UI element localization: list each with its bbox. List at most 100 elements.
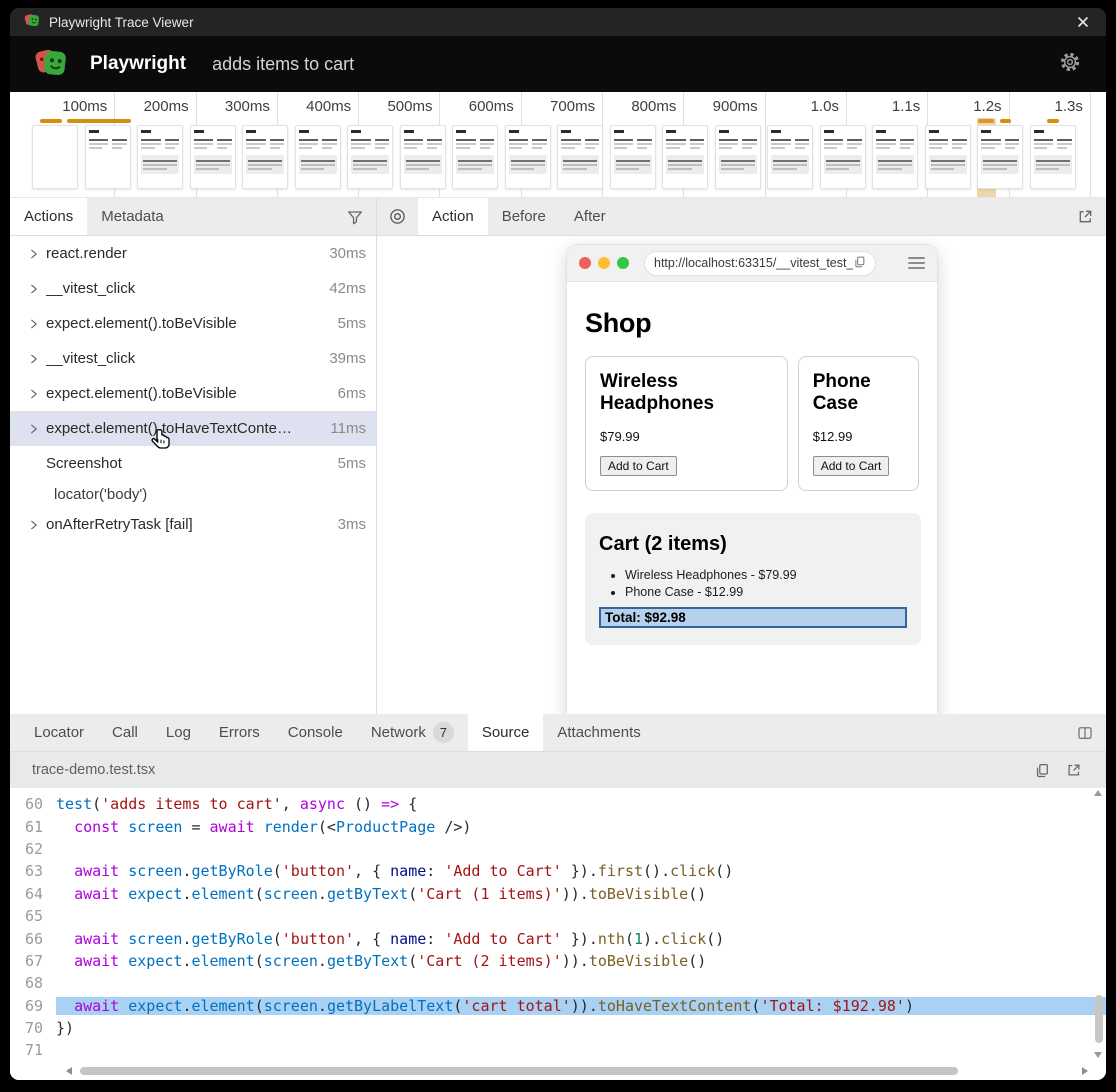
browser-menu-icon[interactable] — [908, 257, 925, 270]
action-item[interactable]: Screenshot5ms — [10, 446, 376, 481]
chevron-right-icon[interactable] — [28, 248, 46, 260]
tab-attachments[interactable]: Attachments — [543, 714, 654, 751]
action-label: Screenshot — [46, 455, 338, 472]
main-area: Actions Metadata react.render30ms__vites… — [10, 198, 1106, 714]
tab-label: Log — [166, 724, 191, 741]
line-number: 60 — [10, 795, 56, 813]
tab-source[interactable]: Source — [468, 714, 544, 751]
vertical-scrollbar-thumb[interactable] — [1095, 995, 1103, 1043]
timeline-thumbnail[interactable] — [662, 125, 708, 189]
tab-errors[interactable]: Errors — [205, 714, 274, 751]
add-to-cart-button[interactable]: Add to Cart — [600, 456, 677, 476]
code-line: 71 — [10, 1039, 1106, 1061]
product-card: Phone Case $12.99 Add to Cart — [798, 356, 919, 491]
traffic-light-yellow — [598, 257, 610, 269]
actions-panel: Actions Metadata react.render30ms__vites… — [10, 198, 377, 714]
traffic-light-green — [617, 257, 629, 269]
tab-action[interactable]: Action — [418, 198, 488, 235]
chevron-right-icon[interactable] — [28, 318, 46, 330]
timeline-thumbnail[interactable] — [767, 125, 813, 189]
chevron-right-icon[interactable] — [28, 519, 46, 531]
action-label: expect.element().toBeVisible — [46, 385, 338, 402]
timeline-thumbnail[interactable] — [137, 125, 183, 189]
cart-total-highlighted: Total: $92.98 — [599, 607, 907, 628]
timeline-thumbnail[interactable] — [190, 125, 236, 189]
timeline-thumbnail[interactable] — [242, 125, 288, 189]
action-item[interactable]: __vitest_click42ms — [10, 271, 376, 306]
timeline-thumbnail[interactable] — [977, 125, 1023, 189]
window-titlebar: Playwright Trace Viewer — [10, 8, 1106, 36]
line-number: 65 — [10, 907, 56, 925]
horizontal-scrollbar[interactable] — [66, 1065, 1088, 1077]
browser-chrome: http://localhost:63315/__vitest_test__/?… — [567, 245, 937, 282]
pick-locator-target-icon[interactable] — [377, 198, 418, 235]
traffic-light-red — [579, 257, 591, 269]
product-price: $79.99 — [600, 429, 773, 444]
code-line: 62 — [10, 838, 1106, 860]
action-item[interactable]: expect.element().toBeVisible6ms — [10, 376, 376, 411]
timeline-thumbnail[interactable] — [400, 125, 446, 189]
tab-network[interactable]: Network7 — [357, 714, 468, 751]
tab-console[interactable]: Console — [274, 714, 357, 751]
chevron-right-icon[interactable] — [28, 353, 46, 365]
horizontal-scrollbar-thumb[interactable] — [80, 1067, 958, 1075]
product-card: Wireless Headphones $79.99 Add to Cart — [585, 356, 788, 491]
timeline-thumbnail[interactable] — [295, 125, 341, 189]
tab-metadata[interactable]: Metadata — [87, 198, 178, 235]
code-text: await screen.getByRole('button', { name:… — [56, 930, 1106, 948]
action-item[interactable]: react.render30ms — [10, 236, 376, 271]
action-item[interactable]: expect.element().toHaveTextConte…11ms — [10, 411, 376, 446]
timeline-thumbnail[interactable] — [1030, 125, 1076, 189]
split-view-icon[interactable] — [1064, 714, 1106, 751]
timeline-thumbnail[interactable] — [610, 125, 656, 189]
timeline-thumbnail[interactable] — [347, 125, 393, 189]
timeline-thumbnail[interactable] — [557, 125, 603, 189]
chevron-right-icon[interactable] — [28, 388, 46, 400]
copy-url-icon[interactable] — [853, 255, 866, 271]
timeline-thumbnail[interactable] — [715, 125, 761, 189]
tab-call[interactable]: Call — [98, 714, 152, 751]
tab-before[interactable]: Before — [488, 198, 560, 235]
action-label: __vitest_click — [46, 350, 329, 367]
tab-log[interactable]: Log — [152, 714, 205, 751]
code-line: 65 — [10, 905, 1106, 927]
action-duration: 39ms — [329, 350, 366, 367]
timeline-thumbnail[interactable] — [820, 125, 866, 189]
action-item[interactable]: expect.element().toBeVisible5ms — [10, 306, 376, 341]
code-line: 67 await expect.element(screen.getByText… — [10, 950, 1106, 972]
timeline-thumbnail[interactable] — [85, 125, 131, 189]
timeline-thumbnail[interactable] — [925, 125, 971, 189]
tab-actions[interactable]: Actions — [10, 198, 87, 235]
line-number: 71 — [10, 1041, 56, 1059]
timeline[interactable]: 100ms200ms300ms400ms500ms600ms700ms800ms… — [10, 92, 1106, 198]
action-label: react.render — [46, 245, 329, 262]
add-to-cart-button[interactable]: Add to Cart — [813, 456, 890, 476]
action-item[interactable]: __vitest_click39ms — [10, 341, 376, 376]
window-title: Playwright Trace Viewer — [49, 15, 1074, 30]
timeline-duration-bar — [40, 119, 62, 123]
open-source-external-icon[interactable] — [1066, 762, 1082, 778]
copy-source-icon[interactable] — [1034, 762, 1050, 778]
action-duration: 30ms — [329, 245, 366, 262]
timeline-thumbnail[interactable] — [872, 125, 918, 189]
open-external-icon[interactable] — [1065, 198, 1106, 235]
vertical-scrollbar[interactable] — [1092, 790, 1103, 1058]
action-item[interactable]: onAfterRetryTask [fail]3ms — [10, 507, 376, 542]
settings-gear-icon[interactable] — [1058, 50, 1082, 79]
chevron-right-icon[interactable] — [28, 283, 46, 295]
action-duration: 5ms — [338, 315, 366, 332]
product-name: Phone Case — [813, 371, 904, 415]
tab-locator[interactable]: Locator — [20, 714, 98, 751]
filter-icon[interactable] — [334, 198, 376, 235]
timeline-thumbnail[interactable] — [452, 125, 498, 189]
details-panel: LocatorCall Log ErrorsConsoleNetwork7Sourc… — [10, 714, 1106, 1080]
tab-after[interactable]: After — [560, 198, 620, 235]
code-line: 69 await expect.element(screen.getByLabe… — [10, 995, 1106, 1017]
snapshot-panel: Action Before After http://localhost:633… — [377, 198, 1106, 714]
close-icon[interactable] — [1074, 13, 1092, 31]
test-title: adds items to cart — [212, 54, 1058, 75]
chevron-right-icon[interactable] — [28, 423, 46, 435]
timeline-thumbnail[interactable] — [505, 125, 551, 189]
timeline-thumbnail[interactable] — [32, 125, 78, 189]
line-number: 68 — [10, 974, 56, 992]
